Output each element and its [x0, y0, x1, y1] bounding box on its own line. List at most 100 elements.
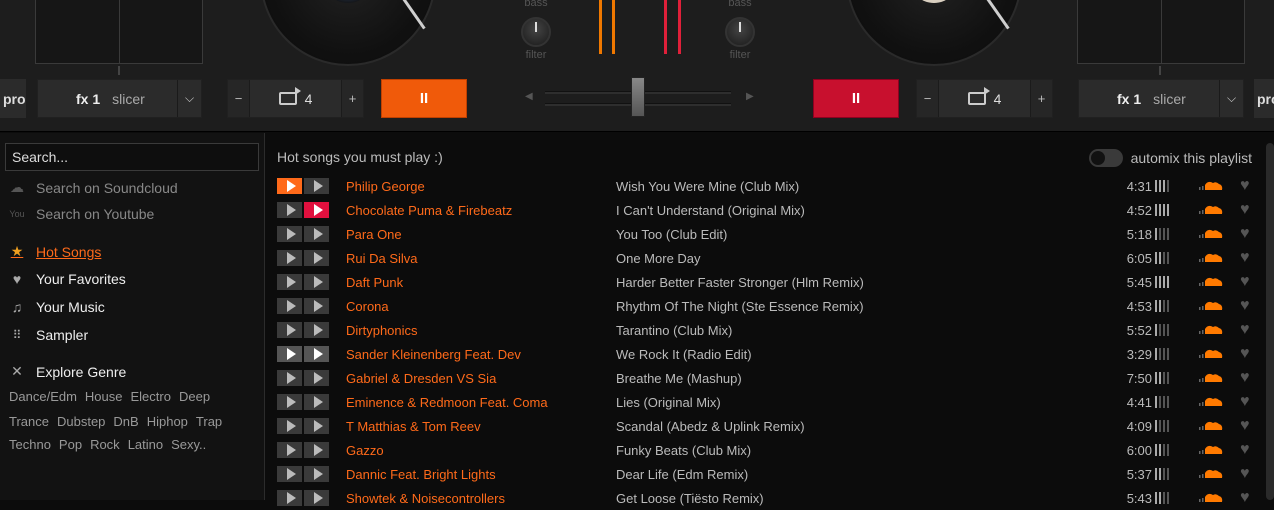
load-deck-right-button[interactable] [304, 394, 329, 410]
favorite-heart-icon[interactable]: ♥ [1240, 369, 1250, 387]
genre-link-dnb[interactable]: DnB [113, 414, 138, 429]
track-artist[interactable]: Dannic Feat. Bright Lights [346, 467, 496, 482]
left-fx-select[interactable]: fx 1 slicer ⌵ [37, 79, 202, 118]
track-artist[interactable]: Dirtyphonics [346, 323, 418, 338]
track-row[interactable]: Chocolate Puma & Firebeatz I Can't Unders… [266, 198, 1266, 222]
favorite-heart-icon[interactable]: ♥ [1240, 489, 1250, 507]
load-deck-right-button[interactable] [304, 250, 329, 266]
right-fx-dropdown-chevron-icon[interactable]: ⌵ [1219, 80, 1243, 117]
favorite-heart-icon[interactable]: ♥ [1240, 177, 1250, 195]
track-artist[interactable]: Sander Kleinenberg Feat. Dev [346, 347, 521, 362]
load-deck-left-button[interactable] [277, 202, 302, 218]
sidebar-item-hot-songs[interactable]: ★ Hot Songs [8, 243, 102, 260]
genre-link-trap[interactable]: Trap [196, 414, 222, 429]
crossfader[interactable] [545, 77, 731, 117]
load-deck-right-button[interactable] [304, 370, 329, 386]
track-artist[interactable]: Philip George [346, 179, 425, 194]
genre-link-rock[interactable]: Rock [90, 437, 120, 452]
load-deck-left-button[interactable] [277, 226, 302, 242]
load-deck-left-button[interactable] [277, 418, 302, 434]
genre-link-techno[interactable]: Techno [9, 437, 51, 452]
load-deck-right-button[interactable] [304, 298, 329, 314]
left-loop-minus-button[interactable]: − [228, 80, 249, 117]
track-row[interactable]: Showtek & Noisecontrollers Get Loose (Tië… [266, 486, 1266, 510]
load-deck-left-button[interactable] [277, 346, 302, 362]
right-loop-plus-button[interactable]: + [1031, 80, 1052, 117]
track-artist[interactable]: Daft Punk [346, 275, 403, 290]
right-eq-knob[interactable] [725, 17, 755, 47]
load-deck-right-button[interactable] [304, 418, 329, 434]
favorite-heart-icon[interactable]: ♥ [1240, 441, 1250, 459]
soundcloud-icon[interactable] [1199, 444, 1223, 456]
search-input[interactable] [5, 143, 259, 171]
favorite-heart-icon[interactable]: ♥ [1240, 417, 1250, 435]
explore-genre-header[interactable]: ✕ Explore Genre [8, 363, 126, 380]
sidebar-item-your-favorites[interactable]: ♥ Your Favorites [8, 271, 126, 287]
crossfader-left-arrow-icon[interactable]: ◀ [525, 91, 533, 102]
load-deck-left-button[interactable] [277, 178, 302, 194]
favorite-heart-icon[interactable]: ♥ [1240, 297, 1250, 315]
track-row[interactable]: Rui Da Silva One More Day 6:05 ♥ [266, 246, 1266, 270]
track-row[interactable]: Dannic Feat. Bright Lights Dear Life (Edm… [266, 462, 1266, 486]
load-deck-right-button[interactable] [304, 322, 329, 338]
search-soundcloud-item[interactable]: ☁ Search on Soundcloud [8, 179, 178, 196]
track-row[interactable]: Daft Punk Harder Better Faster Stronger (… [266, 270, 1266, 294]
genre-link-sexy[interactable]: Sexy.. [171, 437, 206, 452]
soundcloud-icon[interactable] [1199, 468, 1223, 480]
soundcloud-icon[interactable] [1199, 300, 1223, 312]
genre-link-trance[interactable]: Trance [9, 414, 49, 429]
left-play-pause-button[interactable]: II [381, 79, 467, 118]
load-deck-right-button[interactable] [304, 490, 329, 506]
load-deck-left-button[interactable] [277, 298, 302, 314]
load-deck-right-button[interactable] [304, 346, 329, 362]
sidebar-item-your-music[interactable]: ♫ Your Music [8, 299, 105, 315]
automix-toggle[interactable] [1088, 149, 1123, 167]
favorite-heart-icon[interactable]: ♥ [1240, 249, 1250, 267]
genre-link-pop[interactable]: Pop [59, 437, 82, 452]
crossfader-thumb[interactable] [631, 77, 645, 117]
genre-link-house[interactable]: House [85, 389, 123, 404]
load-deck-left-button[interactable] [277, 442, 302, 458]
favorite-heart-icon[interactable]: ♥ [1240, 321, 1250, 339]
load-deck-right-button[interactable] [304, 178, 329, 194]
right-loop-minus-button[interactable]: − [917, 80, 938, 117]
track-row[interactable]: Sander Kleinenberg Feat. Dev We Rock It (… [266, 342, 1266, 366]
genre-link-dubstep[interactable]: Dubstep [57, 414, 105, 429]
soundcloud-icon[interactable] [1199, 420, 1223, 432]
left-fx-dropdown-chevron-icon[interactable]: ⌵ [177, 80, 201, 117]
favorite-heart-icon[interactable]: ♥ [1240, 345, 1250, 363]
right-loop-toggle[interactable]: 4 [938, 80, 1031, 117]
load-deck-left-button[interactable] [277, 322, 302, 338]
load-deck-right-button[interactable] [304, 466, 329, 482]
left-loop-toggle[interactable]: 4 [249, 80, 342, 117]
soundcloud-icon[interactable] [1199, 492, 1223, 504]
track-row[interactable]: Para One You Too (Club Edit) 5:18 ♥ [266, 222, 1266, 246]
track-artist[interactable]: Showtek & Noisecontrollers [346, 491, 505, 506]
load-deck-left-button[interactable] [277, 490, 302, 506]
load-deck-left-button[interactable] [277, 466, 302, 482]
track-row[interactable]: Philip George Wish You Were Mine (Club Mi… [266, 174, 1266, 198]
genre-link-electro[interactable]: Electro [131, 389, 171, 404]
soundcloud-icon[interactable] [1199, 276, 1223, 288]
soundcloud-icon[interactable] [1199, 180, 1223, 192]
load-deck-left-button[interactable] [277, 370, 302, 386]
track-artist[interactable]: T Matthias & Tom Reev [346, 419, 481, 434]
soundcloud-icon[interactable] [1199, 372, 1223, 384]
track-artist[interactable]: Eminence & Redmoon Feat. Coma [346, 395, 548, 410]
favorite-heart-icon[interactable]: ♥ [1240, 201, 1250, 219]
track-artist[interactable]: Corona [346, 299, 389, 314]
track-artist[interactable]: Rui Da Silva [346, 251, 418, 266]
crossfader-right-arrow-icon[interactable]: ▶ [746, 91, 754, 102]
favorite-heart-icon[interactable]: ♥ [1240, 225, 1250, 243]
left-hotcue-pads[interactable] [35, 0, 203, 64]
right-play-pause-button[interactable]: II [813, 79, 899, 118]
right-pro-button[interactable]: pro [1254, 79, 1274, 118]
track-row[interactable]: Gabriel & Dresden VS Sia Breathe Me (Mash… [266, 366, 1266, 390]
genre-link-latino[interactable]: Latino [128, 437, 163, 452]
genre-link-hiphop[interactable]: Hiphop [147, 414, 188, 429]
track-row[interactable]: Dirtyphonics Tarantino (Club Mix) 5:52 ♥ [266, 318, 1266, 342]
load-deck-left-button[interactable] [277, 250, 302, 266]
track-artist[interactable]: Chocolate Puma & Firebeatz [346, 203, 512, 218]
right-hotcue-pads[interactable] [1077, 0, 1245, 64]
favorite-heart-icon[interactable]: ♥ [1240, 393, 1250, 411]
